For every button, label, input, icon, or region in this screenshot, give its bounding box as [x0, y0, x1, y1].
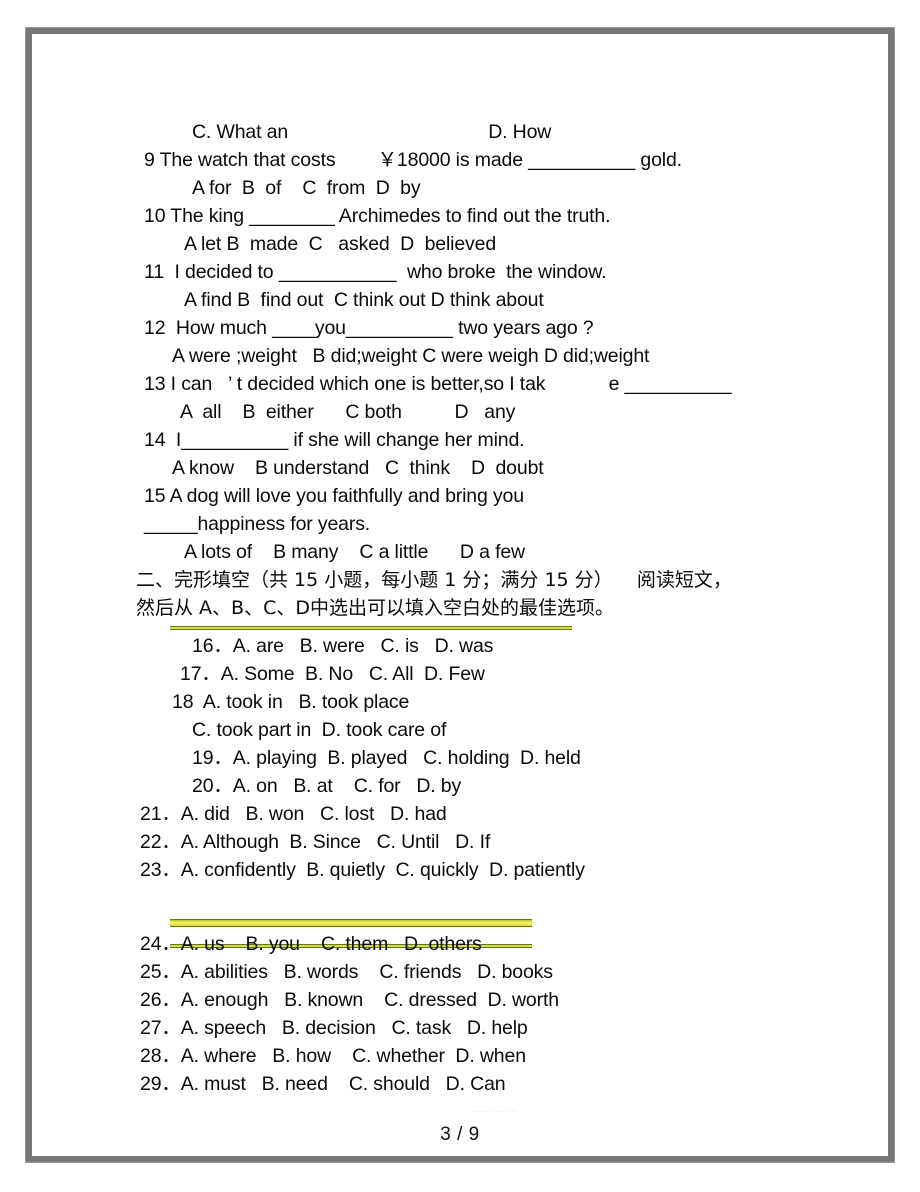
document-page-frame: · ·· C. What an D. How 9 The watch that … — [25, 27, 895, 1163]
question-15-options: A lots of B many C a little D a few — [184, 541, 525, 563]
question-17-options: 17．A. Some B. No C. All D. Few — [180, 663, 485, 685]
question-9-stem: 9 The watch that costs ￥18000 is made __… — [144, 149, 682, 171]
question-20-options: 20．A. on B. at C. for D. by — [192, 775, 462, 797]
page-number: 3 / 9 — [440, 1124, 480, 1145]
question-22-options: 22．A. Although B. Since C. Until D. If — [140, 831, 491, 853]
highlight-between-q23-q24-upper — [170, 919, 532, 927]
question-19-options: 19．A. playing B. played C. holding D. he… — [192, 747, 581, 769]
question-28-options: 28．A. where B. how C. whether D. when — [140, 1045, 526, 1067]
question-11-stem: 11 I decided to ___________ who broke th… — [144, 261, 607, 283]
highlight-above-q16 — [170, 626, 572, 630]
question-12-options: A were ;weight B did;weight C were weigh… — [172, 345, 650, 367]
watermark-top: · ·· — [502, 54, 512, 60]
question-16-options: 16．A. are B. were C. is D. was — [192, 635, 494, 657]
question-13-options: A all B either C both D any — [180, 401, 516, 423]
question-11-options: A find B find out C think out D think ab… — [184, 289, 544, 311]
question-10-stem: 10 The king ________ Archimedes to find … — [144, 205, 611, 227]
question-12-stem: 12 How much ____you__________ two years … — [144, 317, 594, 339]
question-10-options: A let B made C asked D believed — [184, 233, 497, 255]
question-29-options: 29．A. must B. need C. should D. Can — [140, 1073, 506, 1095]
question-9-options: A for B of C from D by — [192, 177, 421, 199]
question-24-options: 24．A. us B. you C. them D. others — [140, 933, 482, 955]
section-two-heading-line-1: 二、完形填空（共 15 小题，每小题 1 分；满分 15 分） 阅读短文， — [136, 569, 732, 591]
question-15-stem-continued: _____happiness for years. — [144, 513, 371, 535]
question-21-options: 21．A. did B. won C. lost D. had — [140, 803, 447, 825]
question-14-options: A know B understand C think D doubt — [172, 457, 544, 479]
question-18-options-continued: C. took part in D. took care of — [192, 719, 447, 741]
section-two-heading-line-2: 然后从 A、B、C、D中选出可以填入空白处的最佳选项。 — [136, 597, 614, 619]
document-page-canvas: · ·· C. What an D. How 9 The watch that … — [32, 34, 888, 1156]
watermark-bottom: · ··· ···· ·· ··· ··· — [467, 1109, 517, 1115]
question-8-options: C. What an D. How — [192, 121, 552, 143]
question-14-stem: 14 I__________ if she will change her mi… — [144, 429, 525, 451]
question-15-stem: 15 A dog will love you faithfully and br… — [144, 485, 524, 507]
question-25-options: 25．A. abilities B. words C. friends D. b… — [140, 961, 553, 983]
question-23-options: 23．A. confidently B. quietly C. quickly … — [140, 859, 585, 881]
question-18-options: 18 A. took in B. took place — [172, 691, 410, 713]
question-13-stem: 13 I can ’ t decided which one is better… — [144, 373, 732, 395]
question-26-options: 26．A. enough B. known C. dressed D. wort… — [140, 989, 559, 1011]
question-27-options: 27．A. speech B. decision C. task D. help — [140, 1017, 528, 1039]
